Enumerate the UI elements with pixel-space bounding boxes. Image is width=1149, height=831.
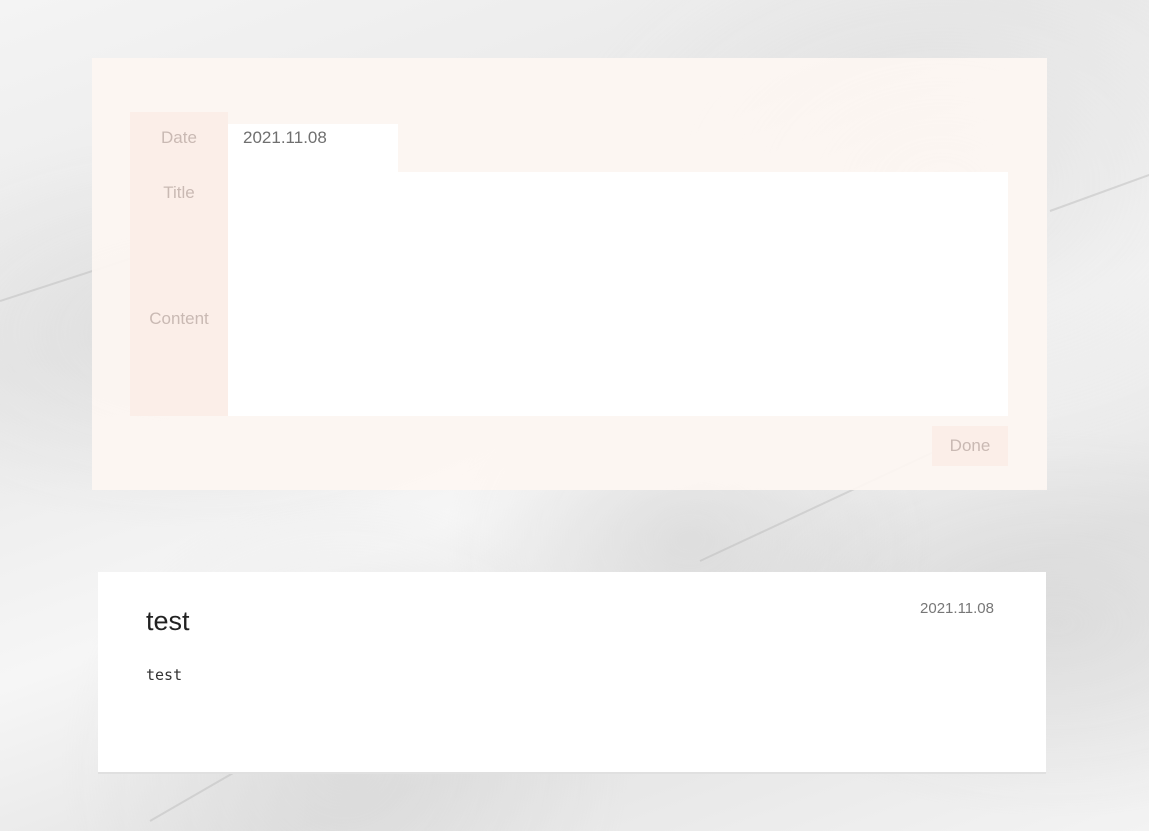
diary-entry-form: Date Title Content 2021.11.08 Done bbox=[92, 58, 1047, 490]
entry-title: test bbox=[146, 606, 190, 636]
date-value: 2021.11.08 bbox=[243, 128, 327, 147]
date-label: Date bbox=[161, 128, 197, 147]
content-label: Content bbox=[149, 309, 209, 328]
title-label: Title bbox=[163, 183, 195, 202]
entry-body: test bbox=[146, 666, 183, 684]
form-label-column: Date Title Content bbox=[130, 112, 228, 416]
diary-entry-card[interactable]: test 2021.11.08 test bbox=[98, 572, 1046, 774]
title-content-input[interactable] bbox=[228, 172, 1008, 416]
background-crease bbox=[1049, 172, 1149, 212]
done-button[interactable]: Done bbox=[932, 426, 1008, 466]
entry-date: 2021.11.08 bbox=[920, 600, 994, 617]
